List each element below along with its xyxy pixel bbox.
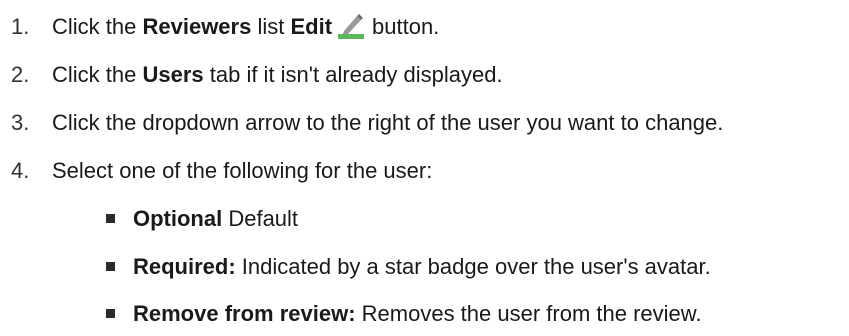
option-label: Required: — [133, 254, 236, 279]
step-text: Click the dropdown arrow to the right of… — [52, 110, 724, 135]
step-number: 3. — [11, 110, 30, 135]
option-text: Optional Default — [133, 206, 298, 232]
option-description: Indicated by a star badge over the user'… — [235, 254, 711, 279]
option-text: Required: Indicated by a star badge over… — [133, 254, 711, 280]
square-bullet-icon — [106, 214, 115, 223]
step-number: 2. — [11, 62, 30, 87]
option-text: Remove from review: Removes the user fro… — [133, 301, 702, 327]
reviewers-label: Reviewers — [142, 14, 252, 39]
step-number: 1. — [11, 14, 30, 39]
step-text-part: button. — [372, 14, 440, 39]
option-label: Remove from review: — [133, 301, 356, 326]
option-description: Removes the user from the review. — [355, 301, 702, 326]
option-label: Optional — [133, 206, 223, 231]
step-text-part: Click the — [52, 62, 143, 87]
step-text: Select one of the following for the user… — [52, 158, 433, 183]
step-text-part: list — [251, 14, 291, 39]
square-bullet-icon — [106, 262, 115, 271]
users-label: Users — [142, 62, 204, 87]
edit-label: Edit — [290, 14, 333, 39]
step-text: Click the Reviewers list Edit button. — [52, 14, 439, 40]
option-description: Default — [222, 206, 299, 231]
step-text-part: Click the — [52, 14, 143, 39]
pencil-edit-icon — [336, 14, 366, 40]
step-text-part: tab if it isn't already displayed. — [203, 62, 503, 87]
square-bullet-icon — [106, 309, 115, 318]
step-number: 4. — [11, 158, 30, 183]
step-text: Click the Users tab if it isn't already … — [52, 62, 503, 88]
